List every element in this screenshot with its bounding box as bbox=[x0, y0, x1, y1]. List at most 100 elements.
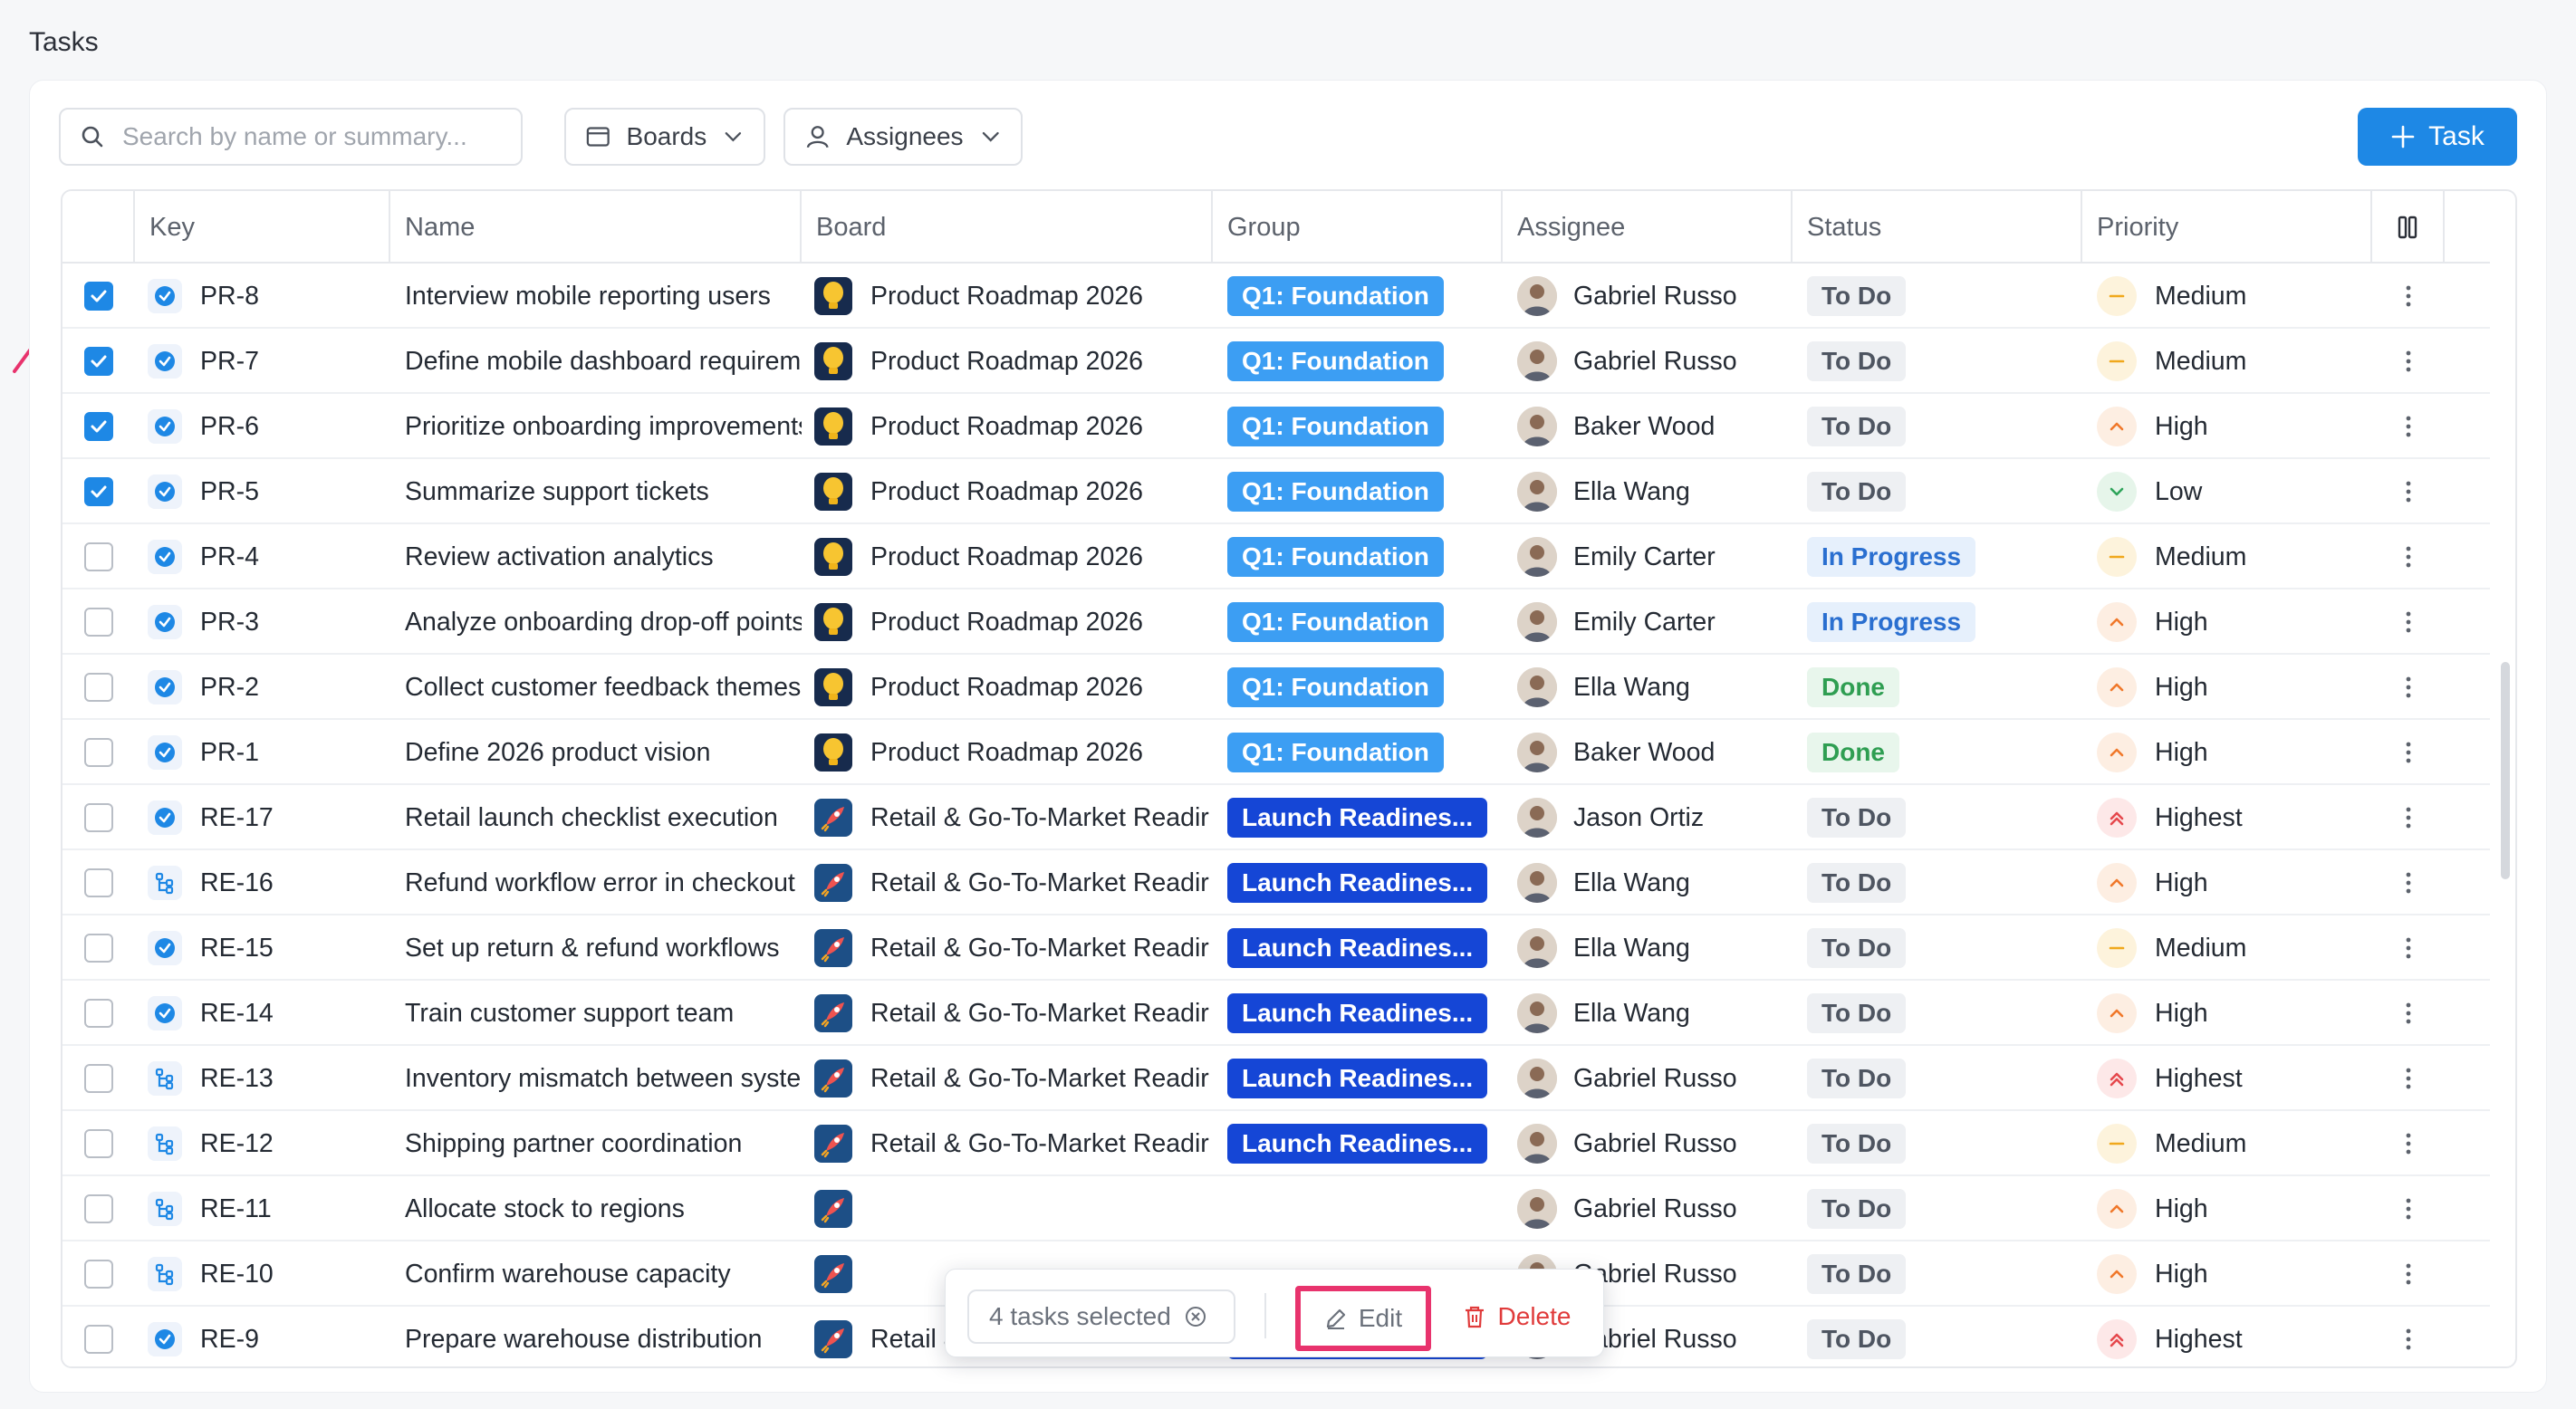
status-cell[interactable]: Done bbox=[1793, 720, 2082, 785]
key-cell[interactable]: RE-9 bbox=[135, 1307, 390, 1366]
name-cell[interactable]: Inventory mismatch between system & ... bbox=[390, 1046, 802, 1111]
row-actions-button[interactable] bbox=[2372, 524, 2445, 589]
row-actions-button[interactable] bbox=[2372, 850, 2445, 915]
priority-cell[interactable]: Medium bbox=[2082, 524, 2372, 589]
key-cell[interactable]: PR-1 bbox=[135, 720, 390, 785]
assignee-cell[interactable]: Ella Wang bbox=[1503, 655, 1793, 720]
table-scrollbar[interactable] bbox=[2501, 662, 2510, 879]
board-cell[interactable]: Product Roadmap 2026 bbox=[802, 589, 1213, 655]
select-all-header[interactable] bbox=[62, 191, 135, 264]
board-cell[interactable]: Product Roadmap 2026 bbox=[802, 524, 1213, 589]
row-checkbox[interactable] bbox=[84, 934, 113, 963]
assignee-cell[interactable]: Ella Wang bbox=[1503, 981, 1793, 1046]
name-cell[interactable]: Collect customer feedback themes bbox=[390, 655, 802, 720]
board-cell[interactable]: Product Roadmap 2026 bbox=[802, 394, 1213, 459]
board-cell[interactable]: Product Roadmap 2026 bbox=[802, 459, 1213, 524]
assignee-cell[interactable]: Emily Carter bbox=[1503, 524, 1793, 589]
row-checkbox[interactable] bbox=[84, 999, 113, 1028]
column-header-priority[interactable]: Priority bbox=[2082, 191, 2372, 264]
group-cell[interactable]: Launch Readines... bbox=[1213, 1046, 1503, 1111]
priority-cell[interactable]: High bbox=[2082, 589, 2372, 655]
group-cell[interactable]: Launch Readines... bbox=[1213, 981, 1503, 1046]
group-cell[interactable]: Q1: Foundation bbox=[1213, 459, 1503, 524]
status-cell[interactable]: To Do bbox=[1793, 459, 2082, 524]
priority-cell[interactable]: Medium bbox=[2082, 1111, 2372, 1176]
key-cell[interactable]: RE-15 bbox=[135, 915, 390, 981]
boards-filter[interactable]: Boards bbox=[564, 108, 765, 166]
column-header-group[interactable]: Group bbox=[1213, 191, 1503, 264]
assignee-cell[interactable]: Emily Carter bbox=[1503, 589, 1793, 655]
search-input[interactable] bbox=[122, 122, 485, 151]
status-cell[interactable]: To Do bbox=[1793, 329, 2082, 394]
assignee-cell[interactable]: Jason Ortiz bbox=[1503, 785, 1793, 850]
table-row[interactable]: RE-12 Shipping partner coordination Reta… bbox=[62, 1111, 2490, 1176]
row-checkbox[interactable] bbox=[84, 542, 113, 571]
row-actions-button[interactable] bbox=[2372, 1176, 2445, 1241]
table-row[interactable]: RE-15 Set up return & refund workflows R… bbox=[62, 915, 2490, 981]
status-cell[interactable]: To Do bbox=[1793, 1111, 2082, 1176]
board-cell[interactable]: Retail & Go-To-Market Readir bbox=[802, 915, 1213, 981]
row-checkbox[interactable] bbox=[84, 1064, 113, 1093]
group-cell[interactable]: Q1: Foundation bbox=[1213, 329, 1503, 394]
table-row[interactable]: PR-6 Prioritize onboarding improvements … bbox=[62, 394, 2490, 459]
key-cell[interactable]: RE-13 bbox=[135, 1046, 390, 1111]
row-checkbox[interactable] bbox=[84, 608, 113, 637]
key-cell[interactable]: PR-5 bbox=[135, 459, 390, 524]
board-cell[interactable]: Product Roadmap 2026 bbox=[802, 720, 1213, 785]
assignee-cell[interactable]: Ella Wang bbox=[1503, 850, 1793, 915]
table-row[interactable]: PR-1 Define 2026 product vision Product … bbox=[62, 720, 2490, 785]
table-row[interactable]: RE-13 Inventory mismatch between system … bbox=[62, 1046, 2490, 1111]
row-checkbox[interactable] bbox=[84, 347, 113, 376]
priority-cell[interactable]: Medium bbox=[2082, 915, 2372, 981]
board-cell[interactable]: Product Roadmap 2026 bbox=[802, 329, 1213, 394]
clear-selection-icon[interactable] bbox=[1184, 1305, 1207, 1328]
assignee-cell[interactable]: Gabriel Russo bbox=[1503, 1111, 1793, 1176]
row-actions-button[interactable] bbox=[2372, 329, 2445, 394]
name-cell[interactable]: Shipping partner coordination bbox=[390, 1111, 802, 1176]
group-cell[interactable]: Launch Readines... bbox=[1213, 915, 1503, 981]
name-cell[interactable]: Summarize support tickets bbox=[390, 459, 802, 524]
key-cell[interactable]: RE-14 bbox=[135, 981, 390, 1046]
name-cell[interactable]: Set up return & refund workflows bbox=[390, 915, 802, 981]
table-row[interactable]: PR-8 Interview mobile reporting users Pr… bbox=[62, 264, 2490, 329]
priority-cell[interactable]: High bbox=[2082, 981, 2372, 1046]
group-cell[interactable]: Q1: Foundation bbox=[1213, 589, 1503, 655]
status-cell[interactable]: Done bbox=[1793, 655, 2082, 720]
priority-cell[interactable]: High bbox=[2082, 394, 2372, 459]
status-cell[interactable]: To Do bbox=[1793, 850, 2082, 915]
group-cell[interactable]: Launch Readines... bbox=[1213, 785, 1503, 850]
assignee-cell[interactable]: Baker Wood bbox=[1503, 394, 1793, 459]
board-cell[interactable]: Retail & Go-To-Market Readir bbox=[802, 1111, 1213, 1176]
key-cell[interactable]: RE-12 bbox=[135, 1111, 390, 1176]
row-actions-button[interactable] bbox=[2372, 459, 2445, 524]
name-cell[interactable]: Prioritize onboarding improvements bbox=[390, 394, 802, 459]
row-actions-button[interactable] bbox=[2372, 720, 2445, 785]
name-cell[interactable]: Define mobile dashboard requirements bbox=[390, 329, 802, 394]
search-box[interactable] bbox=[59, 108, 523, 166]
row-actions-button[interactable] bbox=[2372, 655, 2445, 720]
board-cell[interactable]: Retail & Go-To-Market Readir bbox=[802, 785, 1213, 850]
priority-cell[interactable]: Highest bbox=[2082, 1046, 2372, 1111]
row-actions-button[interactable] bbox=[2372, 1046, 2445, 1111]
row-actions-button[interactable] bbox=[2372, 264, 2445, 329]
group-cell[interactable]: Q1: Foundation bbox=[1213, 394, 1503, 459]
status-cell[interactable]: To Do bbox=[1793, 1046, 2082, 1111]
board-cell[interactable]: Product Roadmap 2026 bbox=[802, 655, 1213, 720]
column-header-status[interactable]: Status bbox=[1793, 191, 2082, 264]
table-row[interactable]: RE-16 Refund workflow error in checkout … bbox=[62, 850, 2490, 915]
key-cell[interactable]: RE-17 bbox=[135, 785, 390, 850]
column-header-assignee[interactable]: Assignee bbox=[1503, 191, 1793, 264]
key-cell[interactable]: PR-3 bbox=[135, 589, 390, 655]
column-header-key[interactable]: Key bbox=[135, 191, 390, 264]
name-cell[interactable]: Define 2026 product vision bbox=[390, 720, 802, 785]
priority-cell[interactable]: Highest bbox=[2082, 1307, 2372, 1366]
group-cell[interactable]: Q1: Foundation bbox=[1213, 264, 1503, 329]
column-settings-button[interactable] bbox=[2372, 191, 2445, 264]
table-row[interactable]: PR-4 Review activation analytics Product… bbox=[62, 524, 2490, 589]
table-row[interactable]: RE-14 Train customer support team Retail… bbox=[62, 981, 2490, 1046]
key-cell[interactable]: PR-7 bbox=[135, 329, 390, 394]
row-checkbox[interactable] bbox=[84, 1260, 113, 1289]
status-cell[interactable]: To Do bbox=[1793, 981, 2082, 1046]
assignee-cell[interactable]: Baker Wood bbox=[1503, 720, 1793, 785]
row-actions-button[interactable] bbox=[2372, 915, 2445, 981]
